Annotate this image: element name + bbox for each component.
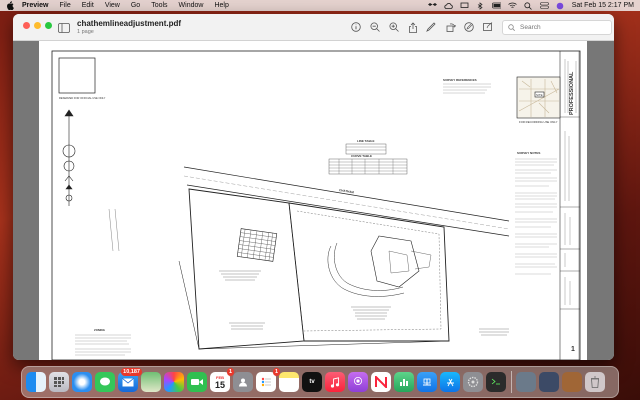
apple-menu-icon[interactable] — [6, 1, 14, 10]
dock: 10,187 FEB 15 1 1 tv — [21, 366, 619, 398]
document-title: chathemlineadjustment.pdf — [77, 19, 182, 28]
safari-icon[interactable] — [72, 372, 92, 392]
sheet-number: 1 — [571, 346, 575, 353]
info-icon[interactable] — [350, 22, 361, 33]
form-fill-icon[interactable] — [483, 22, 494, 33]
facetime-icon[interactable] — [187, 372, 207, 392]
menu-window[interactable]: Window — [179, 2, 204, 9]
dropbox-icon[interactable] — [427, 2, 437, 9]
maps-icon[interactable] — [141, 372, 161, 392]
title-bar: chathemlineadjustment.pdf 1 page — [13, 14, 614, 41]
vicinity-map — [516, 76, 561, 119]
line-table-title: LINE TABLE — [357, 139, 374, 143]
document-viewport[interactable]: PROFESSIONAL 1 RESERVED FOR OFFICIAL USE… — [13, 41, 614, 360]
menu-tools[interactable]: Tools — [151, 2, 167, 9]
search-spotlight-icon[interactable] — [524, 1, 533, 10]
siri-icon[interactable] — [556, 2, 565, 9]
control-center-icon[interactable] — [539, 2, 549, 9]
contacts-icon[interactable] — [233, 372, 253, 392]
podcasts-icon[interactable] — [348, 372, 368, 392]
north-arrow — [62, 109, 76, 206]
news-icon[interactable] — [371, 372, 391, 392]
document-page-count: 1 page — [77, 29, 94, 35]
share-icon[interactable] — [407, 21, 418, 33]
wifi-icon[interactable] — [507, 2, 517, 9]
messages-icon[interactable] — [95, 372, 115, 392]
recent-window-thumbnail-2[interactable] — [539, 372, 559, 392]
preview-window: chathemlineadjustment.pdf 1 page Search … — [13, 14, 614, 360]
calendar-day: 15 — [214, 379, 225, 390]
curve-table-title: CURVE TABLE — [351, 154, 372, 158]
cloud-icon[interactable] — [444, 2, 453, 9]
minimize-button[interactable] — [34, 22, 41, 29]
finder-icon[interactable] — [26, 372, 46, 392]
zoom-out-icon[interactable] — [369, 22, 380, 33]
reminders-icon[interactable]: 1 — [256, 368, 280, 392]
official-use-note: RESERVED FOR OFFICIAL USE ONLY — [59, 96, 106, 100]
survey-notes-title: SURVEY NOTES — [517, 151, 540, 155]
zoom-in-icon[interactable] — [388, 22, 399, 33]
menu-clock[interactable]: Sat Feb 15 2:17 PM — [572, 2, 634, 9]
menu-help[interactable]: Help — [214, 2, 228, 9]
menu-file[interactable]: File — [59, 2, 70, 9]
survey-drawing: PROFESSIONAL 1 RESERVED FOR OFFICIAL USE… — [51, 50, 581, 360]
search-input[interactable] — [518, 23, 611, 32]
system-preferences-icon[interactable] — [463, 372, 483, 392]
menu-view[interactable]: View — [105, 2, 120, 9]
search-icon — [508, 24, 515, 31]
rotate-icon[interactable] — [445, 22, 456, 33]
battery-icon[interactable] — [491, 2, 501, 9]
apple-tv-icon[interactable]: tv — [302, 372, 322, 392]
menu-app-name[interactable]: Preview — [22, 2, 48, 9]
cast-icon[interactable] — [460, 2, 469, 9]
mail-icon[interactable]: 10,187 — [118, 368, 142, 392]
notes-icon[interactable] — [279, 372, 299, 392]
numbers-icon[interactable] — [394, 372, 414, 392]
launchpad-icon[interactable] — [49, 372, 69, 392]
calendar-icon[interactable]: FEB 15 1 — [210, 368, 234, 392]
close-button[interactable] — [23, 22, 30, 29]
trash-icon[interactable] — [585, 372, 605, 392]
zoning-title: ZONING — [94, 328, 105, 332]
recent-window-thumbnail-1[interactable] — [516, 372, 536, 392]
terminal-icon[interactable] — [486, 372, 506, 392]
menu-bar: Preview File Edit View Go Tools Window H… — [0, 0, 640, 11]
music-icon[interactable] — [325, 372, 345, 392]
survey-references-title: SURVEY REFERENCES — [443, 78, 477, 82]
map-marker-label: SITE — [536, 93, 543, 97]
pdf-page: PROFESSIONAL 1 RESERVED FOR OFFICIAL USE… — [39, 41, 587, 360]
markup-icon[interactable] — [464, 22, 475, 33]
search-field[interactable] — [502, 20, 612, 35]
mail-badge: 10,187 — [121, 368, 142, 376]
highlight-icon[interactable] — [426, 22, 437, 33]
recording-use-note: FOR RECORDING USE ONLY — [519, 120, 558, 124]
keynote-icon[interactable] — [417, 372, 437, 392]
fullscreen-button[interactable] — [45, 22, 52, 29]
bluetooth-icon[interactable] — [476, 1, 485, 10]
recent-window-thumbnail-3[interactable] — [562, 372, 582, 392]
menu-edit[interactable]: Edit — [82, 2, 94, 9]
dock-separator — [511, 371, 512, 393]
photos-icon[interactable] — [164, 372, 184, 392]
sidebar-toggle-icon[interactable] — [58, 20, 70, 33]
firm-name: PROFESSIONAL — [569, 71, 575, 115]
app-store-icon[interactable] — [440, 372, 460, 392]
menu-go[interactable]: Go — [131, 2, 140, 9]
